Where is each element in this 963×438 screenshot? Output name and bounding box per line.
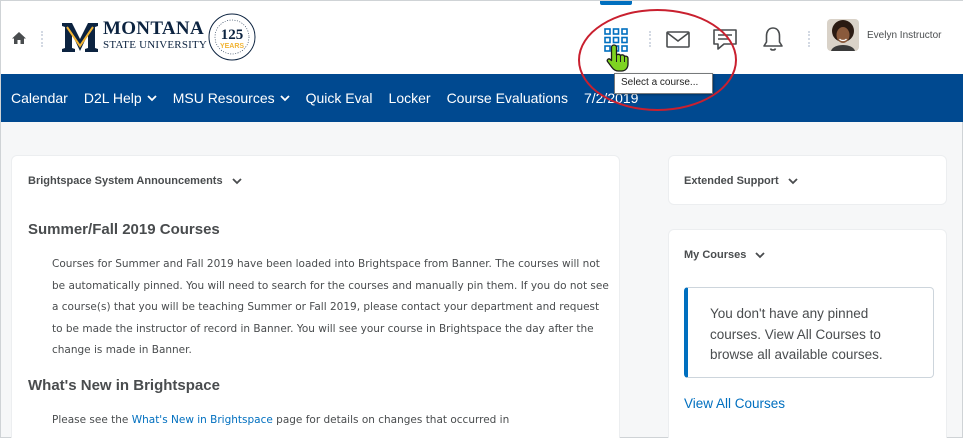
bell-icon[interactable] [759, 25, 787, 53]
chevron-down-icon [279, 94, 290, 101]
user-menu[interactable]: Evelyn Instructor [827, 19, 941, 51]
announcement-body: Please see the What's New in Brightspace… [52, 410, 612, 432]
body-text: Please see the [52, 414, 132, 426]
nav-item-label: Calendar [11, 90, 68, 106]
body-text: page for details on changes that occurre… [272, 414, 510, 426]
anniversary-seal: 125 YEARS [208, 13, 256, 61]
widget-title: Extended Support [684, 175, 779, 187]
nav-item-label: Quick Eval [305, 90, 373, 106]
my-courses-title[interactable]: My Courses [684, 249, 765, 261]
whats-new-link[interactable]: What's New in Brightspace [132, 414, 273, 426]
logo-name-line2: STATE UNIVERSITY [103, 39, 208, 51]
section-heading: What's New in Brightspace [28, 377, 220, 394]
nav-item-locker[interactable]: Locker [389, 90, 431, 106]
active-indicator [600, 1, 632, 5]
nav-item-label: MSU Resources [172, 90, 275, 106]
home-icon[interactable] [10, 29, 28, 47]
top-bar: MONTANA STATE UNIVERSITY 125 YEARS Evely… [1, 1, 963, 74]
chevron-down-icon [755, 251, 765, 258]
logo-name-line1: MONTANA [103, 18, 204, 39]
view-all-courses-link[interactable]: View All Courses [684, 396, 785, 411]
chevron-down-icon [788, 177, 798, 184]
announcements-title[interactable]: Brightspace System Announcements [28, 175, 242, 187]
nav-items: Calendar D2L Help MSU Resources Quick Ev… [11, 74, 654, 122]
divider [41, 31, 43, 47]
chevron-down-icon [147, 94, 157, 101]
nav-item-label: Course Evaluations [446, 90, 568, 106]
announcement-body: Courses for Summer and Fall 2019 have be… [52, 258, 609, 356]
nav-item-calendar[interactable]: Calendar [11, 90, 68, 106]
divider [808, 31, 810, 47]
extended-support-widget: Extended Support [668, 155, 947, 205]
seal-word: YEARS [220, 43, 244, 50]
chevron-down-icon [231, 177, 242, 184]
msu-logo[interactable]: MONTANA STATE UNIVERSITY [61, 15, 207, 55]
user-name: Evelyn Instructor [867, 29, 942, 41]
announcements-widget: Brightspace System Announcements Summer/… [11, 155, 620, 438]
widget-title: Brightspace System Announcements [28, 175, 223, 187]
nav-item-label: D2L Help [83, 90, 142, 106]
extended-support-title[interactable]: Extended Support [684, 175, 798, 187]
alert-message: You don't have any pinned courses. View … [710, 306, 883, 362]
highlight-circle [578, 9, 737, 111]
nav-item-label: Locker [388, 90, 431, 106]
navigation-bar: Calendar D2L Help MSU Resources Quick Ev… [1, 74, 963, 122]
nav-item-d2l-help[interactable]: D2L Help [84, 90, 157, 106]
section-heading: Summer/Fall 2019 Courses [28, 221, 220, 238]
seal-number: 125 [221, 27, 244, 43]
nav-item-course-evaluations[interactable]: Course Evaluations [447, 90, 568, 106]
nav-item-quick-eval[interactable]: Quick Eval [306, 90, 373, 106]
avatar [827, 19, 859, 51]
no-pinned-courses-alert: You don't have any pinned courses. View … [684, 287, 934, 378]
my-courses-widget: My Courses You don't have any pinned cou… [668, 229, 947, 438]
msu-m-icon [62, 23, 98, 52]
hand-cursor-icon [606, 44, 629, 72]
nav-item-msu-resources[interactable]: MSU Resources [173, 90, 290, 106]
widget-title: My Courses [684, 249, 747, 261]
